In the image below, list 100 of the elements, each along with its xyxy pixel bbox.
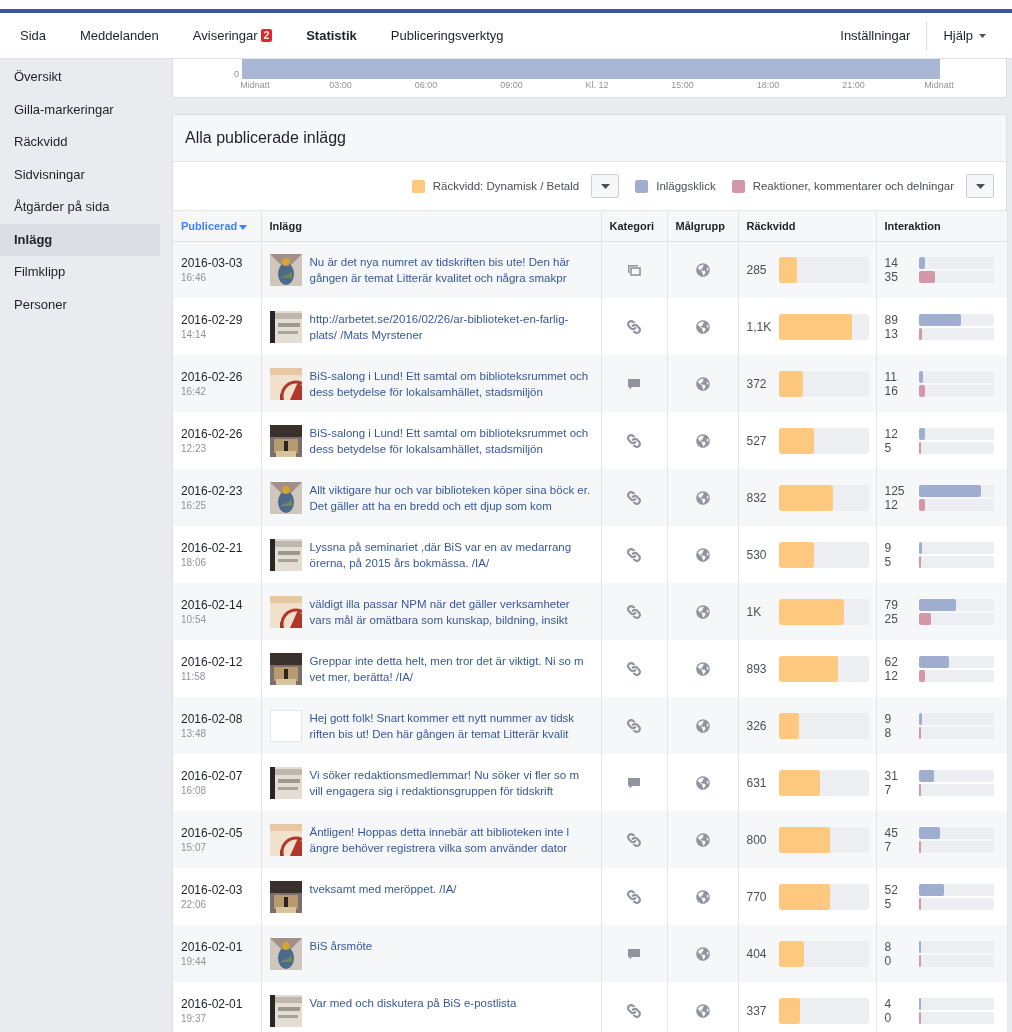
nav-tab[interactable]: Publiceringsverktyg [380, 28, 514, 43]
globe-icon [695, 376, 710, 391]
sidebar-item[interactable]: Åtgärder på sida [0, 191, 160, 224]
globe-icon [695, 889, 710, 904]
clicks-value: 31 [884, 768, 899, 783]
post-time: 10:54 [181, 614, 208, 625]
sidebar-item[interactable]: Räckvidd [0, 126, 160, 159]
reach-value: 631 [746, 775, 768, 790]
sidebar-item[interactable]: Översikt [0, 61, 160, 94]
link-icon [627, 490, 641, 505]
nav-link[interactable]: Hjälp [926, 20, 1002, 51]
reach-value: 832 [746, 490, 768, 505]
link-icon [627, 718, 641, 733]
post-date: 2016-02-21 [181, 541, 244, 555]
link-icon [627, 319, 641, 334]
post-link[interactable]: http://arbetet.se/2016/02/26/ar-biblioteket-en-farlig-plats/ /Mats Myrstener [309, 310, 593, 343]
clicks-value: 52 [884, 882, 899, 897]
post-link[interactable]: tveksamt med meröppet. /IA/ [309, 880, 457, 897]
clicks-value: 79 [884, 597, 899, 612]
nav-tab[interactable]: Sida [10, 28, 57, 43]
globe-icon [695, 718, 710, 733]
column-header[interactable]: Målgrupp [667, 211, 738, 241]
link-icon [627, 433, 641, 448]
nav-link[interactable]: Inställningar [824, 20, 927, 51]
post-date: 2016-02-05 [181, 826, 244, 840]
post-link[interactable]: Äntligen! Hoppas detta innebär att biblioteken inte l ängre behöver registrera vilka som använder dator [309, 823, 593, 856]
post-link[interactable]: Allt viktigare hur och var biblioteken köper sina böck er. Det gäller att ha en bredd och ett djup som kom [309, 481, 593, 514]
post-time: 11:58 [181, 671, 207, 682]
globe-icon [695, 946, 710, 961]
globe-icon [695, 661, 710, 676]
post-date: 2016-02-08 [181, 712, 244, 726]
post-link[interactable]: BiS-salong i Lund! Ett samtal om biblioteksrummet och dess betydelse för lokalsamhället, stadsmiljön [309, 367, 593, 400]
reactions-value: 5 [884, 440, 893, 455]
reactions-value: 35 [884, 269, 899, 284]
sidebar-item[interactable]: Sidvisningar [0, 158, 160, 191]
globe-icon [695, 1003, 710, 1018]
nav-tab[interactable]: Aviseringar 2 [182, 28, 283, 43]
reach-value: 326 [746, 718, 768, 733]
post-date: 2016-02-12 [181, 655, 244, 669]
post-time: 22:06 [181, 899, 208, 910]
reach-value: 530 [746, 547, 768, 562]
post-date: 2016-02-14 [181, 598, 244, 612]
clicks-value: 11 [884, 369, 898, 384]
nav-tab[interactable]: Statistik [296, 28, 367, 43]
dropdown-button[interactable] [591, 174, 620, 198]
reactions-value: 16 [884, 383, 899, 398]
post-link[interactable]: Hej gott folk! Snart kommer ett nytt nummer av tidsk riften bis ut! Den här gången är temat Litterär kvalit [309, 709, 593, 742]
sidebar-item[interactable]: Inlägg [0, 223, 160, 256]
globe-icon [695, 775, 710, 790]
post-link[interactable]: Greppar inte detta helt, men tror det är viktigt. Ni so m vet mer, berätta! /IA/ [309, 652, 593, 685]
link-icon [627, 1003, 641, 1018]
axis-label: 18:00 [755, 80, 781, 90]
nav-tab[interactable]: Meddelanden [70, 28, 169, 43]
clicks-value: 45 [884, 825, 899, 840]
post-date: 2016-02-29 [181, 313, 244, 327]
sidebar-item[interactable]: Filmklipp [0, 256, 160, 289]
axis-label: 0 [233, 69, 240, 79]
card-title: Alla publicerade inlägg [173, 115, 1006, 162]
clicks-value: 125 [884, 483, 906, 498]
reach-value: 372 [746, 376, 768, 391]
post-link[interactable]: Lyssna på seminariet ,där BiS var en av medarrang örerna, på 2015 års bokmässa. /IA/ [309, 538, 593, 571]
reactions-value: 12 [884, 497, 899, 512]
post-time: 16:46 [181, 272, 208, 284]
post-link[interactable]: BiS-salong i Lund! Ett samtal om biblioteksrummet och dess betydelse för lokalsamhället, stadsmiljön [309, 424, 593, 457]
sidebar-item[interactable]: Gilla-markeringar [0, 93, 160, 126]
post-link[interactable]: Var med och diskutera på BiS e-postlista [309, 994, 517, 1011]
post-date: 2016-02-26 [181, 427, 244, 441]
reactions-value: 7 [884, 839, 893, 854]
axis-label: Kl. 12 [584, 80, 610, 90]
reach-value: 404 [746, 946, 768, 961]
reactions-value: 0 [884, 953, 893, 968]
post-link[interactable]: väldigt illa passar NPM när det gäller verksamheter vars mål är omätbara som kunskap, bildning, insikt [309, 595, 593, 628]
legend-label: Reaktioner, kommentarer och delningar [752, 180, 954, 192]
reactions-value: 5 [884, 554, 893, 569]
link-icon [627, 832, 641, 847]
globe-icon [695, 547, 710, 562]
axis-label: 03:00 [328, 80, 353, 90]
sidebar-item[interactable]: Personer [0, 288, 160, 321]
column-header[interactable]: Kategori [601, 211, 667, 241]
globe-icon [695, 604, 710, 619]
reactions-value: 7 [884, 782, 893, 797]
post-time: 16:08 [181, 785, 208, 796]
dropdown-button[interactable] [966, 174, 994, 198]
post-date: 2016-02-01 [181, 940, 244, 954]
column-header[interactable]: Interaktion [876, 211, 1007, 241]
comment-icon [627, 376, 641, 391]
reach-value: 893 [746, 661, 768, 676]
globe-icon [695, 262, 710, 277]
notification-badge: 2 [260, 29, 273, 42]
post-time: 18:06 [181, 557, 208, 568]
axis-label: 15:00 [670, 80, 695, 90]
post-time: 13:48 [181, 728, 208, 739]
post-link[interactable]: Vi söker redaktionsmedlemmar! Nu söker vi fler so m vill engagera sig i redaktionsgruppen för tidskrift [309, 766, 593, 799]
post-date: 2016-02-26 [181, 370, 244, 384]
reach-value: 1K [746, 604, 763, 619]
post-link[interactable]: BiS årsmöte [309, 937, 373, 954]
column-header[interactable]: Räckvidd [738, 211, 876, 241]
column-header[interactable]: Inlägg [261, 211, 601, 241]
post-link[interactable]: Nu är det nya numret av tidskriften bis ute! Den här gången är temat Litterär kvalitet och några smakpr [309, 253, 593, 286]
reactions-value: 5 [884, 896, 893, 911]
